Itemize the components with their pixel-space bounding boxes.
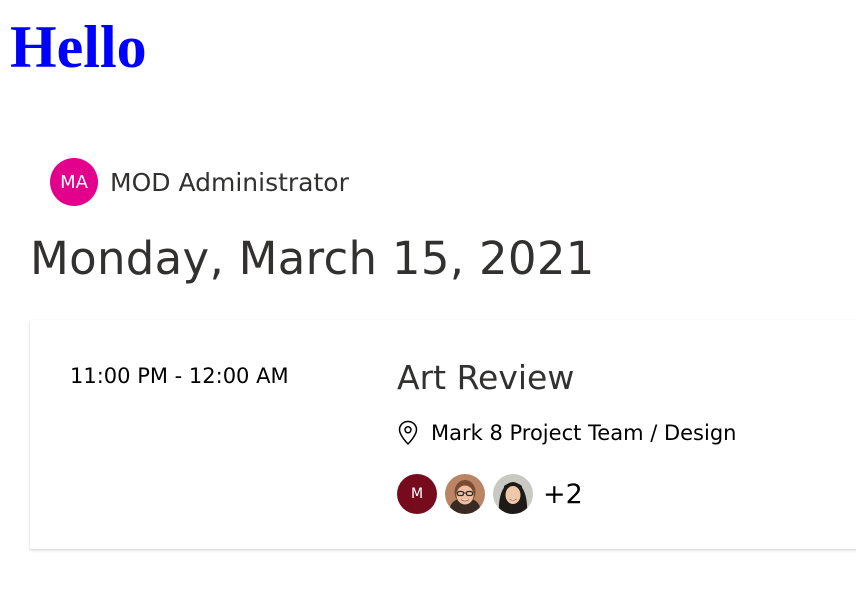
attendee-initials: M: [410, 486, 424, 502]
attendee-avatar[interactable]: [445, 474, 485, 514]
attendee-avatar[interactable]: [493, 474, 533, 514]
event-card[interactable]: 11:00 PM - 12:00 AM Art Review Mark 8 Pr…: [30, 320, 856, 549]
location-pin-icon: [397, 420, 419, 446]
event-title: Art Review: [397, 358, 575, 397]
attendee-photo-1: [445, 474, 485, 514]
person-card[interactable]: MA MOD Administrator: [50, 158, 349, 206]
avatar: MA: [50, 158, 98, 206]
attendee-photo-2: [493, 474, 533, 514]
event-location-label: Mark 8 Project Team / Design: [431, 421, 737, 445]
more-attendees-count[interactable]: +2: [543, 479, 583, 510]
event-location: Mark 8 Project Team / Design: [397, 420, 736, 446]
attendee-avatar[interactable]: M: [397, 474, 437, 514]
attendee-list: M +2: [397, 474, 583, 514]
avatar-initials: MA: [60, 171, 88, 193]
person-name: MOD Administrator: [110, 167, 349, 197]
greeting-heading: Hello: [10, 14, 147, 80]
event-time: 11:00 PM - 12:00 AM: [70, 364, 289, 388]
agenda-date: Monday, March 15, 2021: [30, 232, 595, 285]
